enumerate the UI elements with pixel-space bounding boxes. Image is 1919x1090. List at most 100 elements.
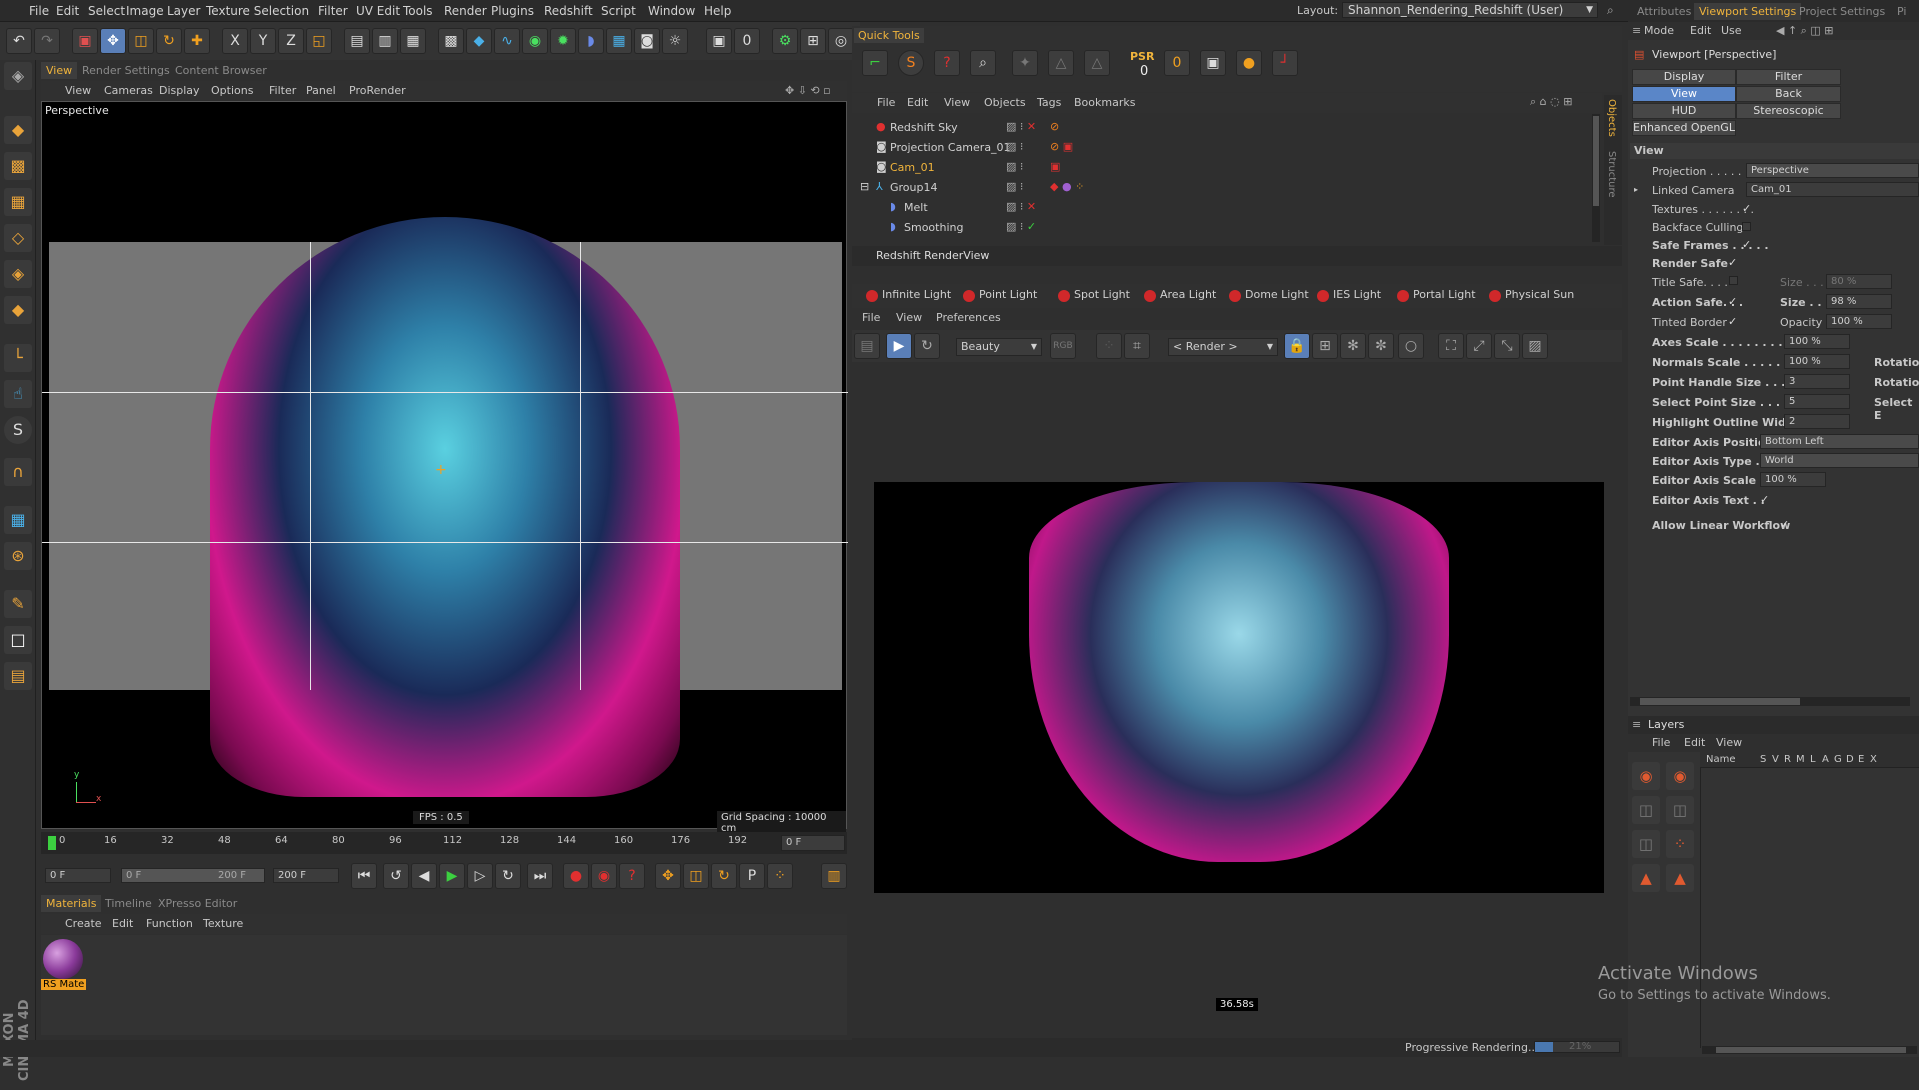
rv-menu-view[interactable]: View: [896, 311, 922, 324]
layout-dropdown[interactable]: Shannon_Rendering_Redshift (User) ▼: [1342, 2, 1598, 18]
visibility-icon[interactable]: ▨ ⁝: [1006, 160, 1023, 173]
tab-structure[interactable]: Structure: [1606, 151, 1617, 198]
attr-menu-use[interactable]: Use: [1721, 24, 1742, 37]
menu-render[interactable]: Render: [444, 4, 487, 18]
material-swatch[interactable]: [43, 939, 83, 979]
tab-view[interactable]: View: [41, 62, 78, 79]
filter-button[interactable]: Filter: [1736, 69, 1841, 85]
move-icon[interactable]: ✥: [100, 28, 126, 54]
rv-menu-file[interactable]: File: [862, 311, 880, 324]
list-item[interactable]: ◗ Melt ▨ ⁝ ✕: [856, 198, 1586, 218]
vp-menu-display[interactable]: Display: [159, 84, 200, 97]
expand-view-icon[interactable]: ⤡: [1494, 333, 1520, 359]
snapshot-icon[interactable]: ▤: [854, 333, 880, 359]
film-icon[interactable]: ▩: [438, 28, 464, 54]
list-item[interactable]: ● Redshift Sky ▨ ⁝ ✕ ⊘: [856, 118, 1586, 138]
obj-menu-edit[interactable]: Edit: [907, 96, 928, 109]
prev-key-icon[interactable]: ↺: [383, 863, 409, 889]
start-render-icon[interactable]: ▶: [886, 333, 912, 359]
y-axis-icon[interactable]: Y: [250, 28, 276, 54]
cube-icon[interactable]: ◆: [466, 28, 492, 54]
menu-uv-edit[interactable]: UV Edit: [356, 4, 400, 18]
render-safe-checkbox[interactable]: ✓: [1728, 256, 1737, 269]
key-position-icon[interactable]: ✥: [655, 863, 681, 889]
help-tool-icon[interactable]: ?: [934, 50, 960, 76]
layer-solo-icon[interactable]: ◫: [1666, 796, 1694, 824]
search-icon[interactable]: ⌕: [1607, 3, 1614, 18]
tab-render-settings[interactable]: Render Settings: [77, 62, 175, 79]
linear-workflow-checkbox[interactable]: ✓: [1780, 518, 1789, 531]
obj-menu-objects[interactable]: Objects: [984, 96, 1026, 109]
tag-icon[interactable]: ◆ ● ⁘: [1050, 180, 1084, 193]
prev-frame-icon[interactable]: ◀: [411, 863, 437, 889]
gear-icon[interactable]: ⚙: [772, 28, 798, 54]
layer-from-selection-icon[interactable]: ◉: [1666, 762, 1694, 790]
render-region-icon[interactable]: ▣: [1200, 50, 1226, 76]
title-safe-checkbox[interactable]: [1729, 276, 1738, 285]
action-size-field[interactable]: 98 %: [1826, 294, 1892, 309]
tab-viewport-settings[interactable]: Viewport Settings: [1694, 3, 1802, 20]
picture-viewer-icon[interactable]: ▣: [706, 28, 732, 54]
z-axis-icon[interactable]: Z: [278, 28, 304, 54]
floor-icon[interactable]: ▦: [606, 28, 632, 54]
obj-menu-file[interactable]: File: [877, 96, 895, 109]
attr-menu-mode[interactable]: Mode: [1644, 24, 1674, 37]
frame-counter-icon[interactable]: 0: [734, 28, 760, 54]
layer-add-material-icon[interactable]: ▲: [1666, 864, 1694, 892]
rotate-icon[interactable]: ↻: [156, 28, 182, 54]
object-list-scrollbar[interactable]: [1592, 114, 1600, 242]
current-frame-field[interactable]: 0 F: [781, 835, 845, 851]
render-settings-icon[interactable]: ▦: [400, 28, 426, 54]
next-key-icon[interactable]: ↻: [495, 863, 521, 889]
frame-range-slider[interactable]: 0 F 200 F: [121, 868, 265, 883]
obj-menu-bookmarks[interactable]: Bookmarks: [1074, 96, 1135, 109]
undo-icon[interactable]: ↶: [6, 28, 32, 54]
textures-checkbox[interactable]: ✓: [1742, 202, 1751, 215]
action-safe-checkbox[interactable]: ✓: [1728, 295, 1737, 308]
attr-menu-edit[interactable]: Edit: [1690, 24, 1711, 37]
obj-menu-view[interactable]: View: [944, 96, 970, 109]
model-mode-icon[interactable]: ◆: [4, 116, 32, 144]
menu-filter[interactable]: Filter: [318, 4, 348, 18]
timeline-scheme-icon[interactable]: ▥: [821, 863, 847, 889]
tab-objects[interactable]: Objects: [1606, 99, 1617, 137]
list-item[interactable]: ◙ Projection Camera_01 ▨ ⁝ ⊘ ▣: [856, 138, 1586, 158]
snowflake2-icon[interactable]: ✼: [1368, 333, 1394, 359]
portal-light-button[interactable]: Portal Light: [1395, 288, 1476, 306]
rv-menu-preferences[interactable]: Preferences: [936, 311, 1001, 324]
spot-light-button[interactable]: Spot Light: [1056, 288, 1130, 306]
axes-scale-field[interactable]: 100 %: [1784, 334, 1850, 349]
list-item[interactable]: ◗ Smoothing ▨ ⁝ ✓: [856, 218, 1586, 238]
safe-frames-checkbox[interactable]: ✓: [1742, 238, 1751, 251]
coordinate-system-icon[interactable]: ◱: [306, 28, 332, 54]
key-scale-icon[interactable]: ◫: [683, 863, 709, 889]
layer-select-icon[interactable]: ◫: [1632, 796, 1660, 824]
normals-scale-field[interactable]: 100 %: [1784, 354, 1850, 369]
layers-menu-edit[interactable]: Edit: [1684, 736, 1705, 749]
end-frame-field[interactable]: 200 F: [273, 868, 339, 883]
mat-menu-texture[interactable]: Texture: [203, 917, 243, 930]
vp-menu-cameras[interactable]: Cameras: [104, 84, 153, 97]
record-icon[interactable]: ●: [563, 863, 589, 889]
aov-dropdown[interactable]: Beauty ▼: [956, 338, 1042, 356]
solo-icon[interactable]: S: [4, 416, 32, 444]
tag-icon[interactable]: ▣: [1050, 160, 1060, 173]
tweak-mode-icon[interactable]: ☝: [4, 380, 32, 408]
lock-icon[interactable]: 🔒: [1284, 333, 1310, 359]
menu-image[interactable]: Image: [126, 4, 164, 18]
refresh-icon[interactable]: ↻: [914, 333, 940, 359]
menu-texture-selection[interactable]: Texture Selection: [206, 4, 309, 18]
last-tool-icon[interactable]: ✚: [184, 28, 210, 54]
stereoscopic-button[interactable]: Stereoscopic: [1736, 103, 1841, 119]
zoom-tool-icon[interactable]: ⌕: [970, 50, 996, 76]
layer-merge-icon[interactable]: ◫: [1632, 830, 1660, 858]
tab-project-settings[interactable]: Project Settings: [1794, 3, 1890, 20]
menu-layer[interactable]: Layer: [167, 4, 200, 18]
tag-icon[interactable]: ⊘ ▣: [1050, 140, 1073, 153]
snap-icon[interactable]: ◎: [828, 28, 854, 54]
new-layer-icon[interactable]: ◉: [1632, 762, 1660, 790]
view-button[interactable]: View: [1632, 86, 1736, 102]
layers-menu-view[interactable]: View: [1716, 736, 1742, 749]
vp-menu-options[interactable]: Options: [211, 84, 253, 97]
keyframe-selection-icon[interactable]: ?: [619, 863, 645, 889]
